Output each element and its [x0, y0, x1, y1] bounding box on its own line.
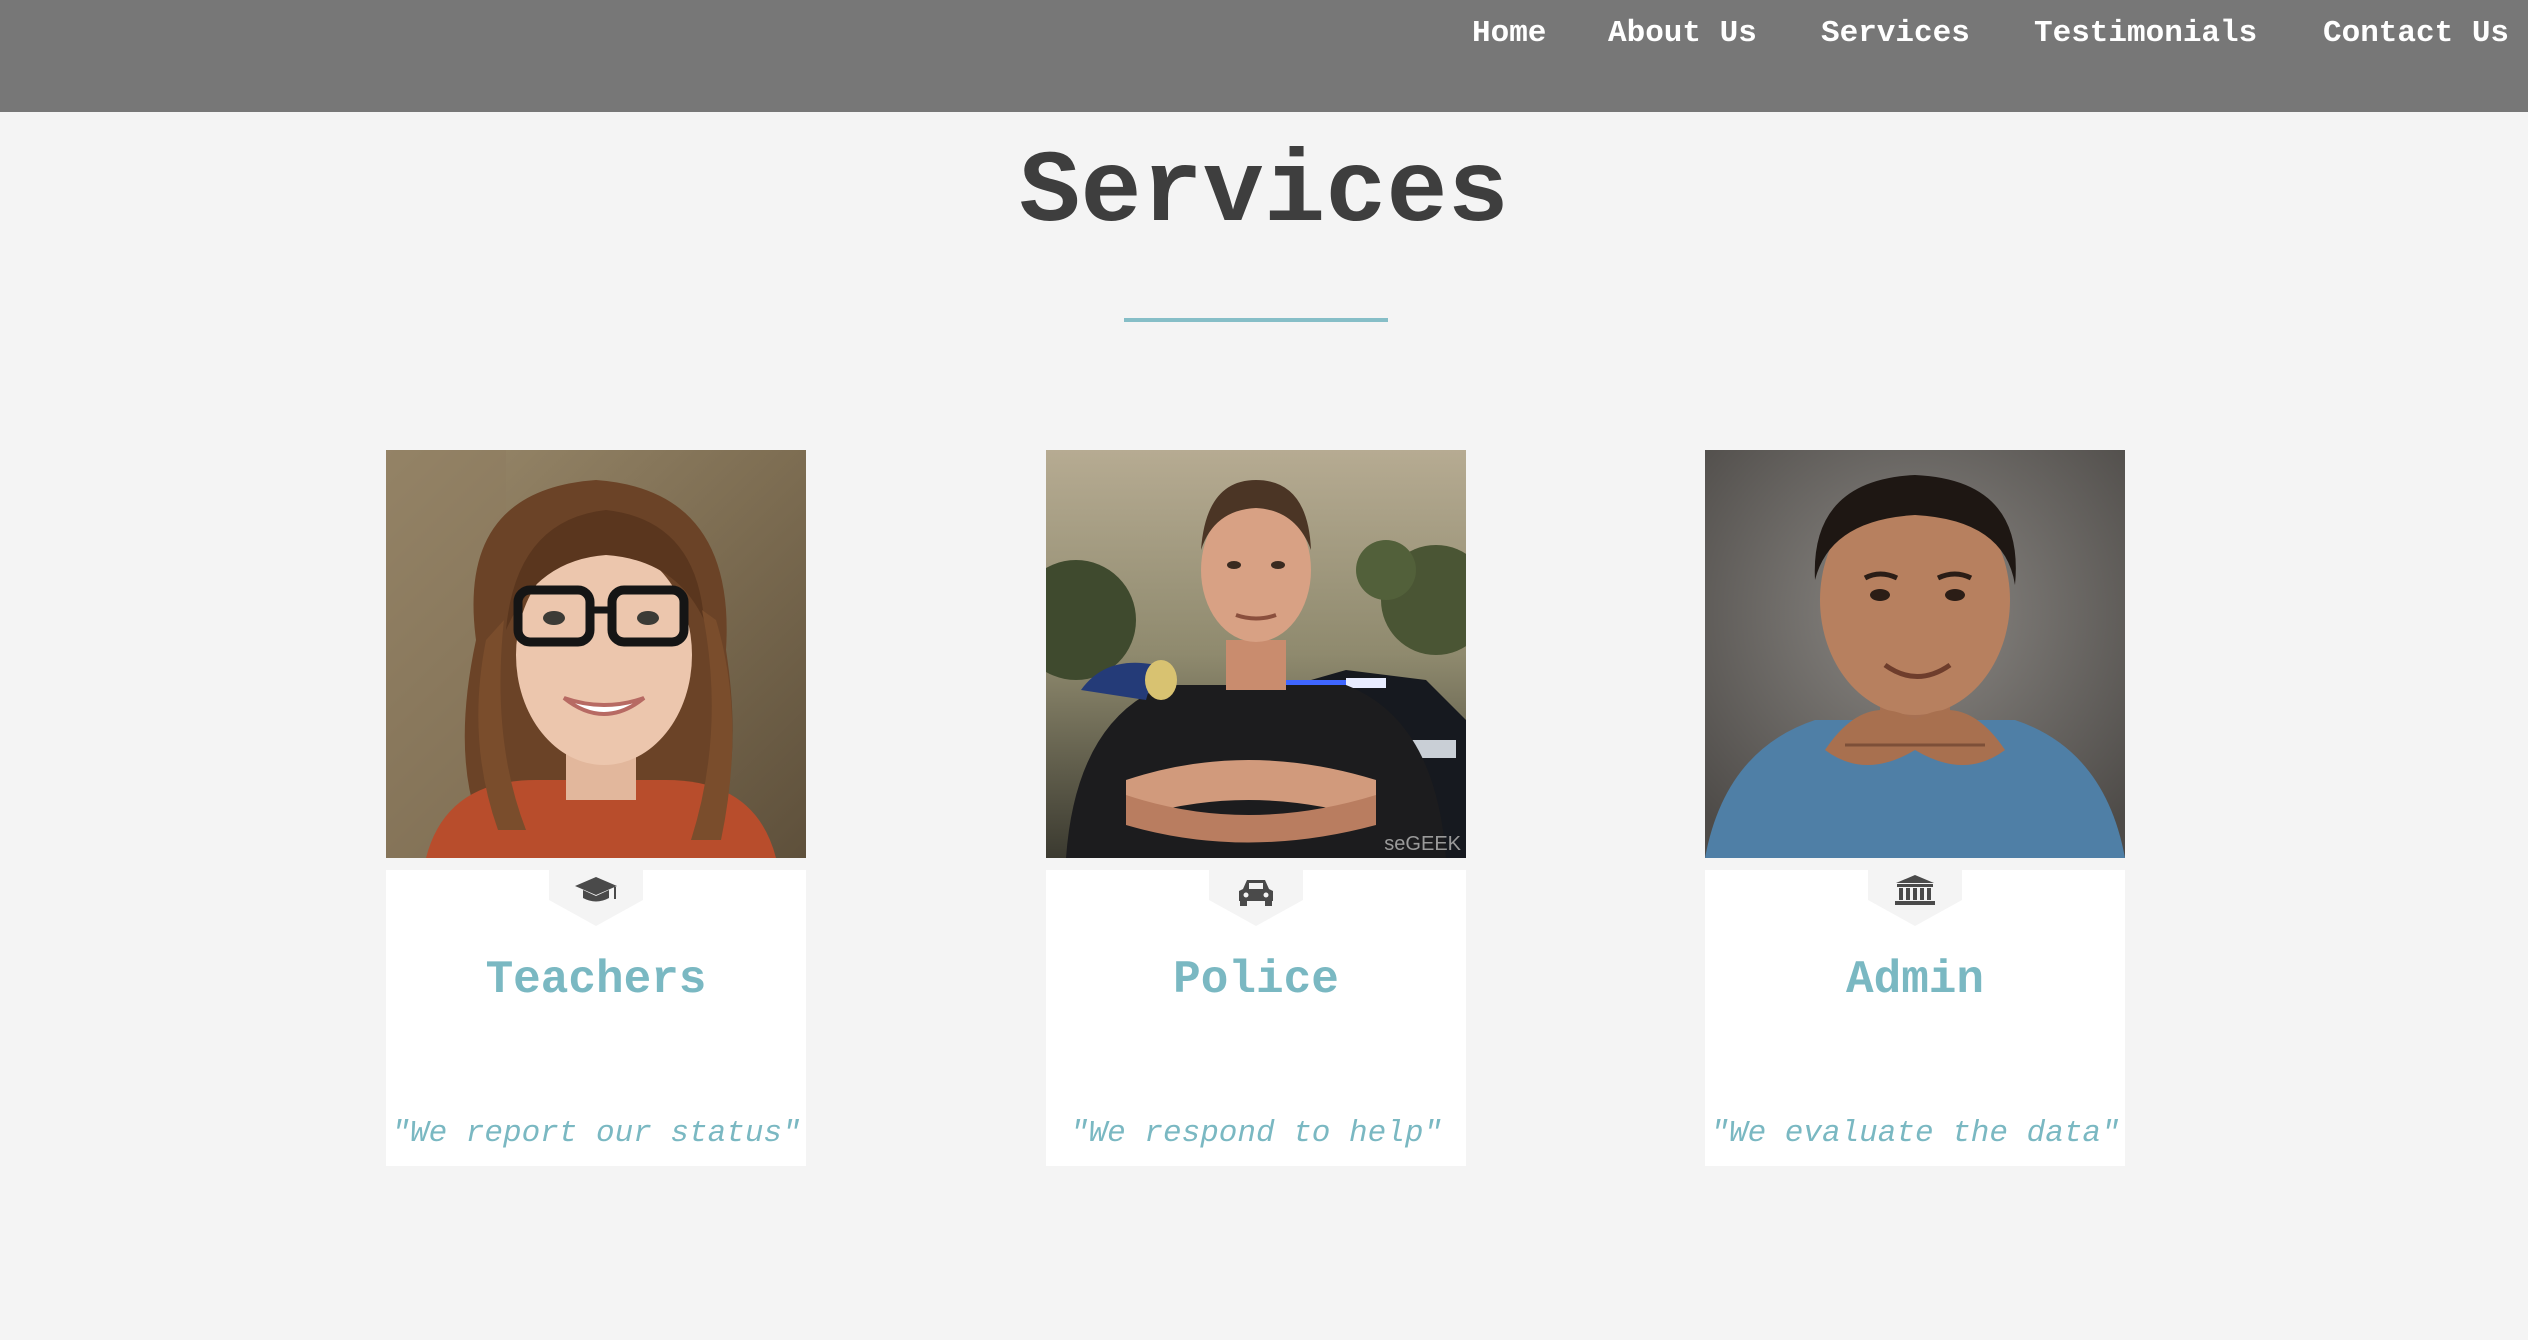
teacher-card-body: Teachers "We report our status"	[386, 870, 806, 1166]
page-title: Services	[1019, 135, 1509, 251]
teacher-photo	[386, 450, 806, 858]
service-card-teachers: Teachers "We report our status"	[386, 450, 806, 1166]
police-card-title: Police	[1173, 954, 1339, 1006]
teacher-card-title: Teachers	[485, 954, 707, 1006]
graduation-cap-icon	[549, 870, 643, 926]
teacher-card-quote: "We report our status"	[391, 1116, 801, 1151]
service-card-police: seGEEK Police "We respond to help"	[1046, 450, 1466, 1166]
nav-contact-us-link[interactable]: Contact Us	[2323, 14, 2509, 54]
police-photo: seGEEK	[1046, 450, 1466, 858]
car-icon	[1209, 870, 1303, 926]
admin-card-quote: "We evaluate the data"	[1710, 1116, 2120, 1151]
police-card-body: Police "We respond to help"	[1046, 870, 1466, 1166]
police-card-quote: "We respond to help"	[1069, 1116, 1443, 1151]
bank-icon	[1868, 870, 1962, 926]
title-divider	[1124, 318, 1388, 322]
admin-photo	[1705, 450, 2125, 858]
top-navbar: Home About Us Services Testimonials Cont…	[0, 0, 2528, 112]
admin-card-body: Admin "We evaluate the data"	[1705, 870, 2125, 1166]
admin-card-title: Admin	[1845, 954, 1985, 1006]
nav-testimonials-link[interactable]: Testimonials	[2034, 14, 2257, 54]
svg-text:seGEEK: seGEEK	[1384, 833, 1461, 855]
nav-services-link[interactable]: Services	[1821, 14, 1970, 54]
service-card-admin: Admin "We evaluate the data"	[1705, 450, 2125, 1166]
nav-about-us-link[interactable]: About Us	[1608, 14, 1757, 54]
nav-home-link[interactable]: Home	[1472, 14, 1546, 54]
